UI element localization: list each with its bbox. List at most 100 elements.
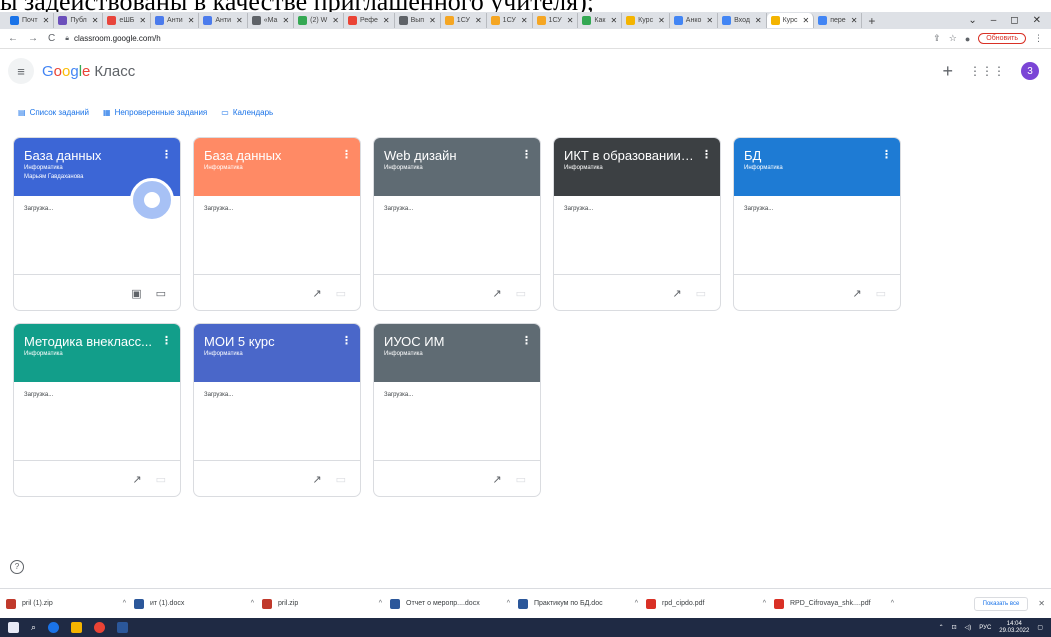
more-vert-icon[interactable]: ⋮ — [161, 148, 172, 161]
tab-close-icon[interactable]: ✕ — [755, 16, 762, 25]
search-icon[interactable]: ⌕ — [31, 622, 36, 633]
reload-icon[interactable]: C — [48, 33, 55, 44]
app-logo[interactable]: Google Класс — [42, 63, 135, 80]
browser-tab[interactable]: (2) W ✕ — [294, 13, 344, 28]
restore-icon[interactable]: ◻ — [1010, 15, 1018, 26]
browser-tab[interactable]: 1СУ ✕ — [487, 13, 533, 28]
more-vert-icon[interactable]: ⋮ — [701, 148, 712, 161]
folder-icon[interactable]: ▭ — [516, 287, 526, 300]
card-header[interactable]: ИКТ в образовании ... Информатика ⋮ — [554, 138, 720, 196]
card-header[interactable]: ИУОС ИМ Информатика ⋮ — [374, 324, 540, 382]
browser-tab[interactable]: Курс ✕ — [622, 13, 670, 28]
tab-close-icon[interactable]: ✕ — [92, 16, 99, 25]
star-icon[interactable]: ☆ — [949, 33, 957, 44]
chevron-up-icon[interactable]: ^ — [763, 600, 766, 607]
download-item[interactable]: Практикум по БД.doc ^ — [518, 598, 646, 609]
browser-tab[interactable]: «Ма ✕ — [248, 13, 295, 28]
avatar[interactable]: 3 — [1021, 62, 1039, 80]
folder-icon[interactable]: ▭ — [336, 473, 346, 486]
tab-close-icon[interactable]: ✕ — [475, 16, 482, 25]
update-button[interactable]: Обновить — [978, 33, 1026, 44]
browser-tab[interactable]: еШБ ✕ — [103, 13, 152, 28]
tab-close-icon[interactable]: ✕ — [188, 16, 195, 25]
download-item[interactable]: pril.zip ^ — [262, 598, 390, 609]
class-card[interactable]: ИКТ в образовании ... Информатика ⋮ Загр… — [553, 137, 721, 311]
class-card[interactable]: БД Информатика ⋮ Загрузка... ↗ ▭ — [733, 137, 901, 311]
word-icon[interactable] — [117, 622, 129, 633]
download-item[interactable]: pril (1).zip ^ — [6, 598, 134, 609]
close-icon[interactable]: ✕ — [1038, 599, 1045, 608]
assignment-icon[interactable]: ▣ — [131, 287, 141, 300]
url-field[interactable]: 🔒︎ classroom.google.com/h — [65, 34, 923, 43]
chevron-up-icon[interactable]: ^ — [251, 600, 254, 607]
card-header[interactable]: МОИ 5 курс Информатика ⋮ — [194, 324, 360, 382]
browser-tab[interactable]: Публ ✕ — [54, 13, 104, 28]
card-title[interactable]: БД — [744, 148, 874, 163]
back-icon[interactable]: ← — [8, 33, 18, 44]
more-vert-icon[interactable]: ⋮ — [341, 148, 352, 161]
card-title[interactable]: ИКТ в образовании ... — [564, 148, 694, 163]
chevron-up-icon[interactable]: ^ — [507, 600, 510, 607]
more-vert-icon[interactable]: ⋮ — [881, 148, 892, 161]
class-card[interactable]: МОИ 5 курс Информатика ⋮ Загрузка... ↗ ▭ — [193, 323, 361, 497]
browser-tab[interactable]: Почт ✕ — [6, 13, 55, 28]
add-icon[interactable]: + — [942, 61, 953, 82]
forward-icon[interactable]: → — [28, 33, 38, 44]
show-all-button[interactable]: Показать все — [973, 596, 1029, 611]
more-vert-icon[interactable]: ⋮ — [161, 334, 172, 347]
tab-close-icon[interactable]: ✕ — [43, 16, 50, 25]
clock[interactable]: 14:04 29.03.2022 — [999, 621, 1029, 635]
class-card[interactable]: База данных Информатика Марьям Гавдахано… — [13, 137, 181, 311]
class-card[interactable]: ИУОС ИМ Информатика ⋮ Загрузка... ↗ ▭ — [373, 323, 541, 497]
tab-close-icon[interactable]: ✕ — [332, 16, 339, 25]
download-item[interactable]: ит (1).docx ^ — [134, 598, 262, 609]
card-header[interactable]: БД Информатика ⋮ — [734, 138, 900, 196]
chrome-icon[interactable] — [94, 622, 106, 633]
folder-icon[interactable]: ▭ — [156, 287, 166, 300]
more-vert-icon[interactable]: ⋮ — [1034, 33, 1043, 44]
minimize-icon[interactable]: – — [991, 15, 997, 26]
more-vert-icon[interactable]: ⋮ — [521, 334, 532, 347]
trending-up-icon[interactable]: ↗ — [312, 287, 321, 300]
link-todo-list[interactable]: ▤ Список заданий — [18, 108, 89, 117]
trending-up-icon[interactable]: ↗ — [672, 287, 681, 300]
card-title[interactable]: База данных — [24, 148, 154, 163]
class-card[interactable]: База данных Информатика ⋮ Загрузка... ↗ ▭ — [193, 137, 361, 311]
tab-close-icon[interactable]: ✕ — [383, 16, 390, 25]
share-icon[interactable]: ⇪ — [933, 33, 941, 44]
folder-icon[interactable]: ▭ — [876, 287, 886, 300]
tab-close-icon[interactable]: ✕ — [567, 16, 574, 25]
folder-icon[interactable]: ▭ — [516, 473, 526, 486]
notifications-icon[interactable]: ▢ — [1037, 624, 1043, 631]
browser-tab[interactable]: Как ✕ — [578, 13, 623, 28]
link-unchecked-tasks[interactable]: ▦ Непроверенные задания — [103, 108, 207, 117]
language-indicator[interactable]: РУС — [979, 625, 991, 631]
browser-tab[interactable]: Анко ✕ — [670, 13, 719, 28]
tab-close-icon[interactable]: ✕ — [139, 16, 146, 25]
volume-icon[interactable]: ◁) — [965, 624, 972, 631]
browser-tab[interactable]: 1СУ ✕ — [441, 13, 487, 28]
network-icon[interactable]: ⊡ — [952, 624, 957, 631]
edge-icon[interactable] — [48, 622, 60, 633]
tab-close-icon[interactable]: ✕ — [610, 16, 617, 25]
more-vert-icon[interactable]: ⋮ — [341, 334, 352, 347]
card-header[interactable]: Web дизайн Информатика ⋮ — [374, 138, 540, 196]
help-icon[interactable]: ? — [10, 560, 24, 574]
more-vert-icon[interactable]: ⋮ — [521, 148, 532, 161]
tab-close-icon[interactable]: ✕ — [282, 16, 289, 25]
browser-tab[interactable]: Вып ✕ — [395, 13, 441, 28]
card-header[interactable]: Методика внекласс... Информатика ⋮ — [14, 324, 180, 382]
tab-close-icon[interactable]: ✕ — [658, 16, 665, 25]
tab-close-icon[interactable]: ✕ — [429, 16, 436, 25]
trending-up-icon[interactable]: ↗ — [132, 473, 141, 486]
card-title[interactable]: ИУОС ИМ — [384, 334, 514, 349]
windows-start-icon[interactable] — [8, 622, 19, 633]
chevron-up-icon[interactable]: ^ — [635, 600, 638, 607]
class-card[interactable]: Методика внекласс... Информатика ⋮ Загру… — [13, 323, 181, 497]
browser-tab[interactable]: Вход ✕ — [718, 13, 767, 28]
tab-close-icon[interactable]: ✕ — [803, 16, 810, 25]
tab-close-icon[interactable]: ✕ — [851, 16, 858, 25]
card-title[interactable]: База данных — [204, 148, 334, 163]
folder-icon[interactable]: ▭ — [696, 287, 706, 300]
browser-tab[interactable]: Курс ✕ — [766, 13, 815, 28]
